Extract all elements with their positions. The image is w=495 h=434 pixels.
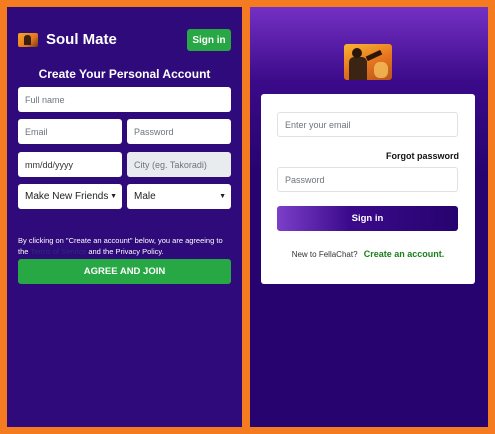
birthdate-value: mm/dd/yyyy bbox=[25, 159, 74, 170]
password-input[interactable]: Password bbox=[127, 119, 231, 144]
app-logo-icon bbox=[344, 44, 392, 80]
terms-suffix: and the Privacy Policy. bbox=[88, 247, 164, 256]
birthdate-input[interactable]: mm/dd/yyyy bbox=[18, 152, 122, 177]
brand-name: Soul Mate bbox=[46, 31, 117, 48]
terms-link[interactable]: Terms of Service bbox=[30, 247, 86, 256]
form-title: Create Your Personal Account bbox=[38, 67, 211, 81]
password-input[interactable]: Password bbox=[277, 167, 458, 192]
create-account-link[interactable]: Create an account. bbox=[364, 249, 445, 259]
password-placeholder: Password bbox=[285, 174, 325, 185]
password-placeholder: Password bbox=[134, 126, 174, 137]
gender-select[interactable]: Male ▼ bbox=[127, 184, 231, 209]
brand: Soul Mate bbox=[18, 31, 117, 48]
intent-value: Make New Friends bbox=[25, 191, 109, 202]
email-placeholder: Email bbox=[25, 126, 48, 137]
login-panel: Enter your email Forgot password Passwor… bbox=[250, 7, 488, 427]
forgot-password-link[interactable]: Forgot password bbox=[386, 151, 459, 161]
new-user-text: New to FellaChat? bbox=[291, 250, 358, 259]
app-logo-icon bbox=[18, 32, 38, 47]
intent-select[interactable]: Make New Friends ▼ bbox=[18, 184, 122, 209]
chevron-down-icon: ▼ bbox=[110, 193, 117, 200]
chevron-down-icon: ▼ bbox=[219, 193, 226, 200]
signup-panel: Soul Mate Sign in Create Your Personal A… bbox=[7, 7, 242, 427]
email-placeholder: Enter your email bbox=[285, 119, 351, 130]
login-card: Enter your email Forgot password Passwor… bbox=[261, 94, 475, 284]
city-placeholder: City (eg. Takoradi) bbox=[134, 159, 207, 170]
email-input[interactable]: Enter your email bbox=[277, 112, 458, 137]
signin-button[interactable]: Sign in bbox=[277, 206, 458, 231]
fullname-placeholder: Full name bbox=[25, 94, 65, 105]
terms-text: By clicking on "Create an account" below… bbox=[18, 235, 234, 257]
agree-and-join-button[interactable]: AGREE AND JOIN bbox=[18, 259, 231, 284]
city-input[interactable]: City (eg. Takoradi) bbox=[127, 152, 231, 177]
signin-button[interactable]: Sign in bbox=[187, 29, 231, 51]
gender-value: Male bbox=[134, 191, 156, 202]
signup-prompt: New to FellaChat? Create an account. bbox=[261, 249, 475, 259]
email-input[interactable]: Email bbox=[18, 119, 122, 144]
fullname-input[interactable]: Full name bbox=[18, 87, 231, 112]
